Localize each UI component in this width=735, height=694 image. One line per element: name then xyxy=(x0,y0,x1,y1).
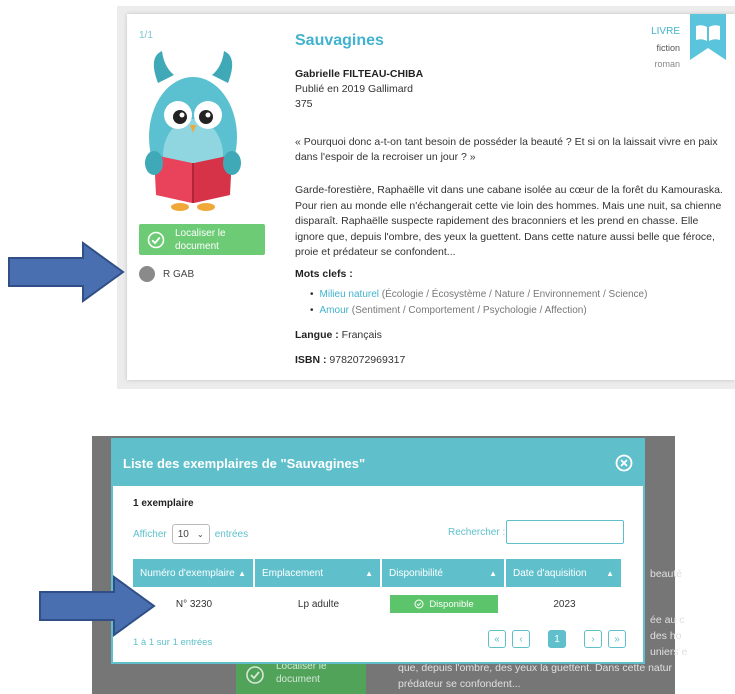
check-circle-icon xyxy=(246,666,264,684)
table-info: 1 à 1 sur 1 entrées xyxy=(133,637,213,648)
type-label: LIVRE xyxy=(651,26,680,37)
pagination: « ‹ 1 › » xyxy=(488,630,626,648)
search-input[interactable] xyxy=(506,520,624,544)
next-page-button[interactable]: › xyxy=(584,630,602,648)
status-dot-icon xyxy=(139,266,155,282)
sort-icon: ▲ xyxy=(489,568,497,578)
call-number: R GAB xyxy=(139,266,194,282)
page-length-select[interactable]: 10 ⌄ xyxy=(171,524,210,544)
previous-page-button[interactable]: ‹ xyxy=(512,630,530,648)
record-language: Langue : Français xyxy=(295,329,382,341)
background-text: des ho xyxy=(650,630,682,642)
column-header-location[interactable]: Emplacement ▲︎ xyxy=(255,559,380,587)
record-author[interactable]: Gabrielle FILTEAU-CHIBA xyxy=(295,68,423,80)
column-header-label: Disponibilité xyxy=(389,567,443,579)
isbn-value: 9782072969317 xyxy=(326,354,406,366)
keyword-item: Milieu naturel (Écologie / Écosystème / … xyxy=(310,287,648,303)
column-header-label: Date d'aquisition xyxy=(513,567,587,579)
language-value: Français xyxy=(338,329,382,341)
page-length-control: Afficher 10 ⌄ entrées xyxy=(133,524,248,544)
locate-document-button[interactable]: Localiser le document xyxy=(139,224,265,255)
show-suffix: entrées xyxy=(214,528,249,540)
column-header-date[interactable]: Date d'aquisition ▲ xyxy=(506,559,621,587)
genre-label: fiction xyxy=(656,43,680,53)
keyword-detail: (Écologie / Écosystème / Nature / Enviro… xyxy=(379,289,648,300)
modal-header: Liste des exemplaires de "Sauvagines" xyxy=(113,440,643,486)
record-quote: « Pourquoi donc a-t-on tant besoin de po… xyxy=(295,136,718,163)
check-circle-icon xyxy=(414,599,424,609)
record-pages: 375 xyxy=(295,98,313,110)
copies-count: 1 exemplaire xyxy=(133,498,194,509)
copies-modal: Liste des exemplaires de "Sauvagines" 1 … xyxy=(111,438,645,664)
sort-icon: ▲︎ xyxy=(365,568,373,578)
background-text: uniers e xyxy=(650,646,688,658)
table-row: N° 3230 Lp adulte Disponible 2023 xyxy=(133,593,623,615)
availability-label: Disponible xyxy=(429,598,474,610)
table-header: Numéro d'exemplaire ▲ Emplacement ▲︎ Dis… xyxy=(133,559,623,587)
book-bookmark-icon xyxy=(690,14,726,60)
arrow-right-icon xyxy=(8,241,125,303)
form-label: roman xyxy=(654,59,680,69)
owl-reading-illustration xyxy=(145,51,241,211)
cell-date: 2023 xyxy=(553,598,576,610)
keyword-link-amour[interactable]: Amour xyxy=(320,305,349,316)
keywords-heading: Mots clefs : xyxy=(295,268,353,280)
keyword-detail: (Sentiment / Comportement / Psychologie … xyxy=(348,304,587,316)
record-summary: Garde-forestière, Raphaëlle vit dans une… xyxy=(295,184,723,258)
first-page-button[interactable]: « xyxy=(488,630,506,648)
search-label: Rechercher : xyxy=(448,527,506,538)
sort-asc-icon: ▲ xyxy=(238,568,246,578)
keywords-list: Milieu naturel (Écologie / Écosystème / … xyxy=(310,287,648,319)
background-text: ée au c xyxy=(650,614,685,626)
last-page-button[interactable]: » xyxy=(608,630,626,648)
background-text: beauté xyxy=(650,568,683,580)
current-page-button[interactable]: 1 xyxy=(548,630,566,648)
sort-icon: ▲ xyxy=(606,568,614,578)
background-text: prédateur se confondent... xyxy=(398,678,521,690)
locate-document-label: Localiser le document xyxy=(175,227,226,252)
modal-title: Liste des exemplaires de "Sauvagines" xyxy=(123,455,366,471)
isbn-label: ISBN : xyxy=(295,354,327,366)
close-icon[interactable] xyxy=(615,454,633,472)
cell-location: Lp adulte xyxy=(297,598,340,610)
show-prefix: Afficher xyxy=(133,528,167,540)
chevron-down-icon: ⌄ xyxy=(197,529,204,539)
language-label: Langue : xyxy=(295,329,339,341)
result-counter: 1/1 xyxy=(139,30,153,41)
keyword-item: Amour (Sentiment / Comportement / Psycho… xyxy=(310,303,647,319)
record-isbn: ISBN : 9782072969317 xyxy=(295,354,405,366)
column-header-availability[interactable]: Disponibilité ▲ xyxy=(382,559,504,587)
check-circle-icon xyxy=(147,231,165,248)
record-publication: Publié en 2019 Gallimard xyxy=(295,83,413,95)
column-header-label: Emplacement xyxy=(262,567,324,579)
arrow-right-icon xyxy=(39,575,156,637)
page-length-value: 10 xyxy=(177,528,189,540)
keyword-link-milieu-naturel[interactable]: Milieu naturel xyxy=(320,289,379,300)
cell-availability: Disponible xyxy=(382,595,506,613)
availability-badge: Disponible xyxy=(390,595,498,613)
record-title[interactable]: Sauvagines xyxy=(295,32,384,50)
call-number-label: R GAB xyxy=(163,268,195,280)
document-type: LIVRE fiction roman xyxy=(630,24,680,72)
